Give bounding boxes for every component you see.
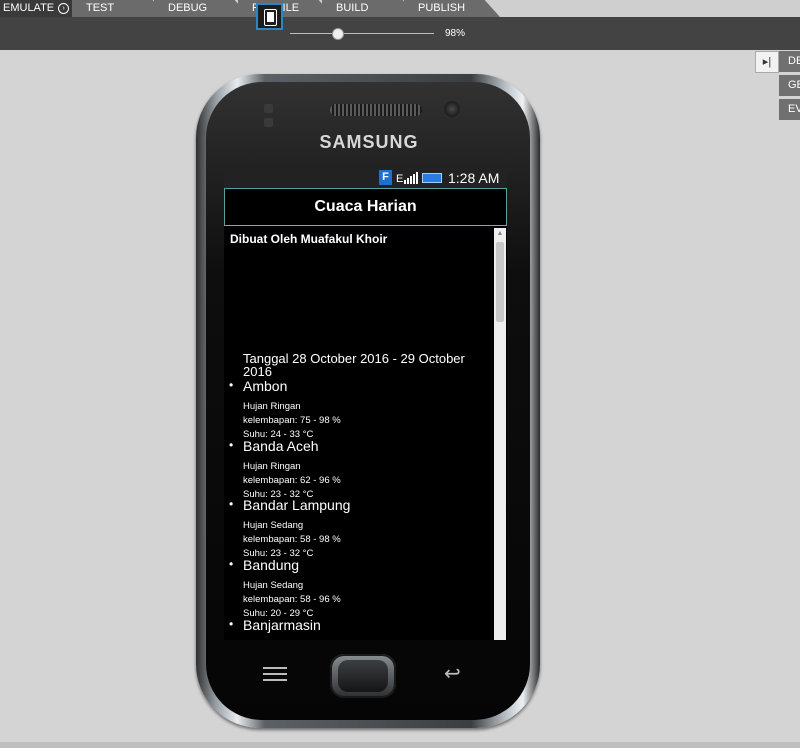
menu-key-icon[interactable] (263, 667, 287, 681)
tab-publish[interactable]: PUBLISH (404, 0, 500, 17)
scroll-up-icon[interactable]: ▲ (494, 228, 506, 240)
tab-profile[interactable]: PROFILE (238, 0, 334, 17)
main-tab-bar: EMULATE› TEST DEBUG PROFILE BUILD PUBLIS… (0, 0, 800, 17)
sensor-icon (264, 118, 273, 127)
tab-test[interactable]: TEST (72, 0, 168, 17)
city-condition: Hujan Sedang (243, 520, 304, 531)
phone-icon (264, 9, 277, 26)
side-tab-ev[interactable]: EV (779, 99, 800, 120)
tab-label: TEST (86, 2, 115, 14)
back-key-icon[interactable]: ↩ (444, 664, 461, 684)
side-tab-ge[interactable]: GE (779, 75, 800, 96)
city-name: Banjarmasin (229, 617, 321, 633)
status-time: 1:28 AM (448, 170, 500, 186)
zoom-slider-track[interactable] (290, 33, 434, 34)
tab-label: EMULATE (3, 2, 55, 14)
tab-label: DEBUG (168, 2, 208, 14)
zoom-slider-thumb[interactable] (332, 28, 344, 40)
city-condition: Hujan Ringan (243, 461, 301, 472)
city-condition: Hujan Ringan (243, 401, 301, 412)
play-end-icon: ▸| (762, 56, 772, 68)
tab-debug[interactable]: DEBUG (154, 0, 250, 17)
zoom-level: 98% (445, 28, 466, 39)
status-bar: F E 1:28 AM (224, 168, 507, 188)
scrollbar-thumb[interactable] (496, 242, 504, 322)
home-button[interactable] (330, 654, 396, 698)
panel-toggle-button[interactable]: ▸| (755, 51, 779, 73)
circle-arrow-icon: › (58, 3, 70, 14)
city-name: Banda Aceh (229, 438, 318, 454)
app-title: Cuaca Harian (314, 198, 417, 215)
date-range: Tanggal 28 October 2016 - 29 October 201… (243, 351, 465, 379)
city-humidity: kelembapan: 58 - 96 % (243, 594, 341, 605)
tab-label: PUBLISH (418, 2, 466, 14)
phone-screen: F E 1:28 AM Cuaca Harian Dibuat Oleh Mua… (224, 168, 507, 640)
side-tab-de[interactable]: DE (779, 51, 800, 72)
device-orientation-button[interactable] (256, 3, 283, 30)
camera-icon (444, 101, 460, 117)
edge-network-icon: E (396, 173, 404, 185)
battery-icon (422, 173, 442, 183)
city-humidity: kelembapan: 62 - 96 % (243, 475, 341, 486)
credit-text: Dibuat Oleh Muafakul Khoir (230, 232, 388, 246)
weather-content[interactable]: Dibuat Oleh Muafakul Khoir Tanggal 28 Oc… (224, 228, 494, 640)
signal-icon (404, 172, 418, 184)
bottom-strip (0, 742, 800, 748)
app-title-bar: Cuaca Harian (224, 188, 507, 226)
city-humidity: kelembapan: 75 - 98 % (243, 415, 341, 426)
content-scrollbar[interactable]: ▲ (494, 228, 506, 640)
city-name: Ambon (229, 378, 287, 394)
notification-f-icon: F (379, 170, 392, 185)
speaker-grille (330, 104, 422, 116)
tab-label: BUILD (336, 2, 369, 14)
sensor-icon (264, 104, 273, 113)
city-name: Bandar Lampung (229, 497, 350, 513)
city-humidity: kelembapan: 58 - 98 % (243, 534, 341, 545)
city-name: Bandung (229, 557, 299, 573)
city-condition: Hujan Sedang (243, 580, 304, 591)
tab-build[interactable]: BUILD (322, 0, 418, 17)
phone-brand: SAMSUNG (319, 132, 419, 152)
